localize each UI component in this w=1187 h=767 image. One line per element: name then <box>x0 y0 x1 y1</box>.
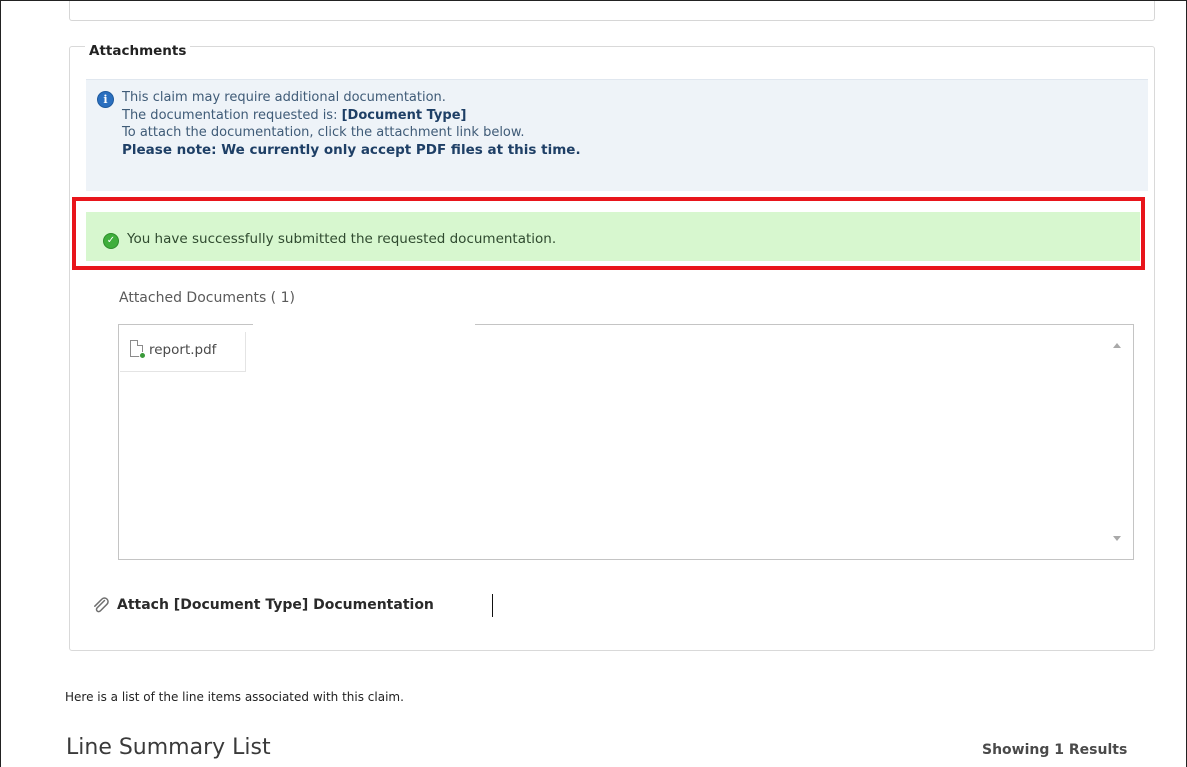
document-name-link[interactable]: report.pdf <box>149 342 216 358</box>
file-status-dot-icon <box>139 352 146 359</box>
info-message-text: This claim may require additional docume… <box>122 89 581 159</box>
info-line-2-prefix: The documentation requested is: <box>122 107 338 123</box>
scroll-down-arrow-icon[interactable] <box>1113 536 1121 541</box>
scroll-up-arrow-icon[interactable] <box>1113 343 1121 348</box>
attached-documents-label: Attached Documents ( 1) <box>119 290 295 306</box>
attachments-title: Attachments <box>85 43 191 59</box>
requested-document-type: [Document Type] <box>341 107 467 123</box>
attached-documents-list[interactable] <box>118 324 1134 560</box>
results-count: Showing 1 Results <box>982 742 1128 758</box>
paperclip-icon[interactable] <box>91 596 111 616</box>
check-circle-icon: ✓ <box>103 233 119 249</box>
pdf-only-note: Please note: We currently only accept PD… <box>122 141 581 158</box>
documents-scrollbar[interactable] <box>1102 325 1133 559</box>
page-frame: Attachments i This claim may require add… <box>0 0 1187 767</box>
attach-documentation-link[interactable]: Attach [Document Type] Documentation <box>117 597 434 613</box>
success-message: You have successfully submitted the requ… <box>127 231 557 247</box>
info-line-2: The documentation requested is: [Documen… <box>122 107 581 125</box>
list-top-gap <box>253 321 475 327</box>
info-icon: i <box>97 91 114 108</box>
info-line-3: To attach the documentation, click the a… <box>122 125 525 140</box>
line-summary-title: Line Summary List <box>66 735 271 760</box>
line-items-intro: Here is a list of the line items associa… <box>65 690 404 704</box>
text-cursor <box>492 594 493 617</box>
info-line-1: This claim may require additional docume… <box>122 90 446 105</box>
previous-panel-edge <box>69 1 1155 21</box>
